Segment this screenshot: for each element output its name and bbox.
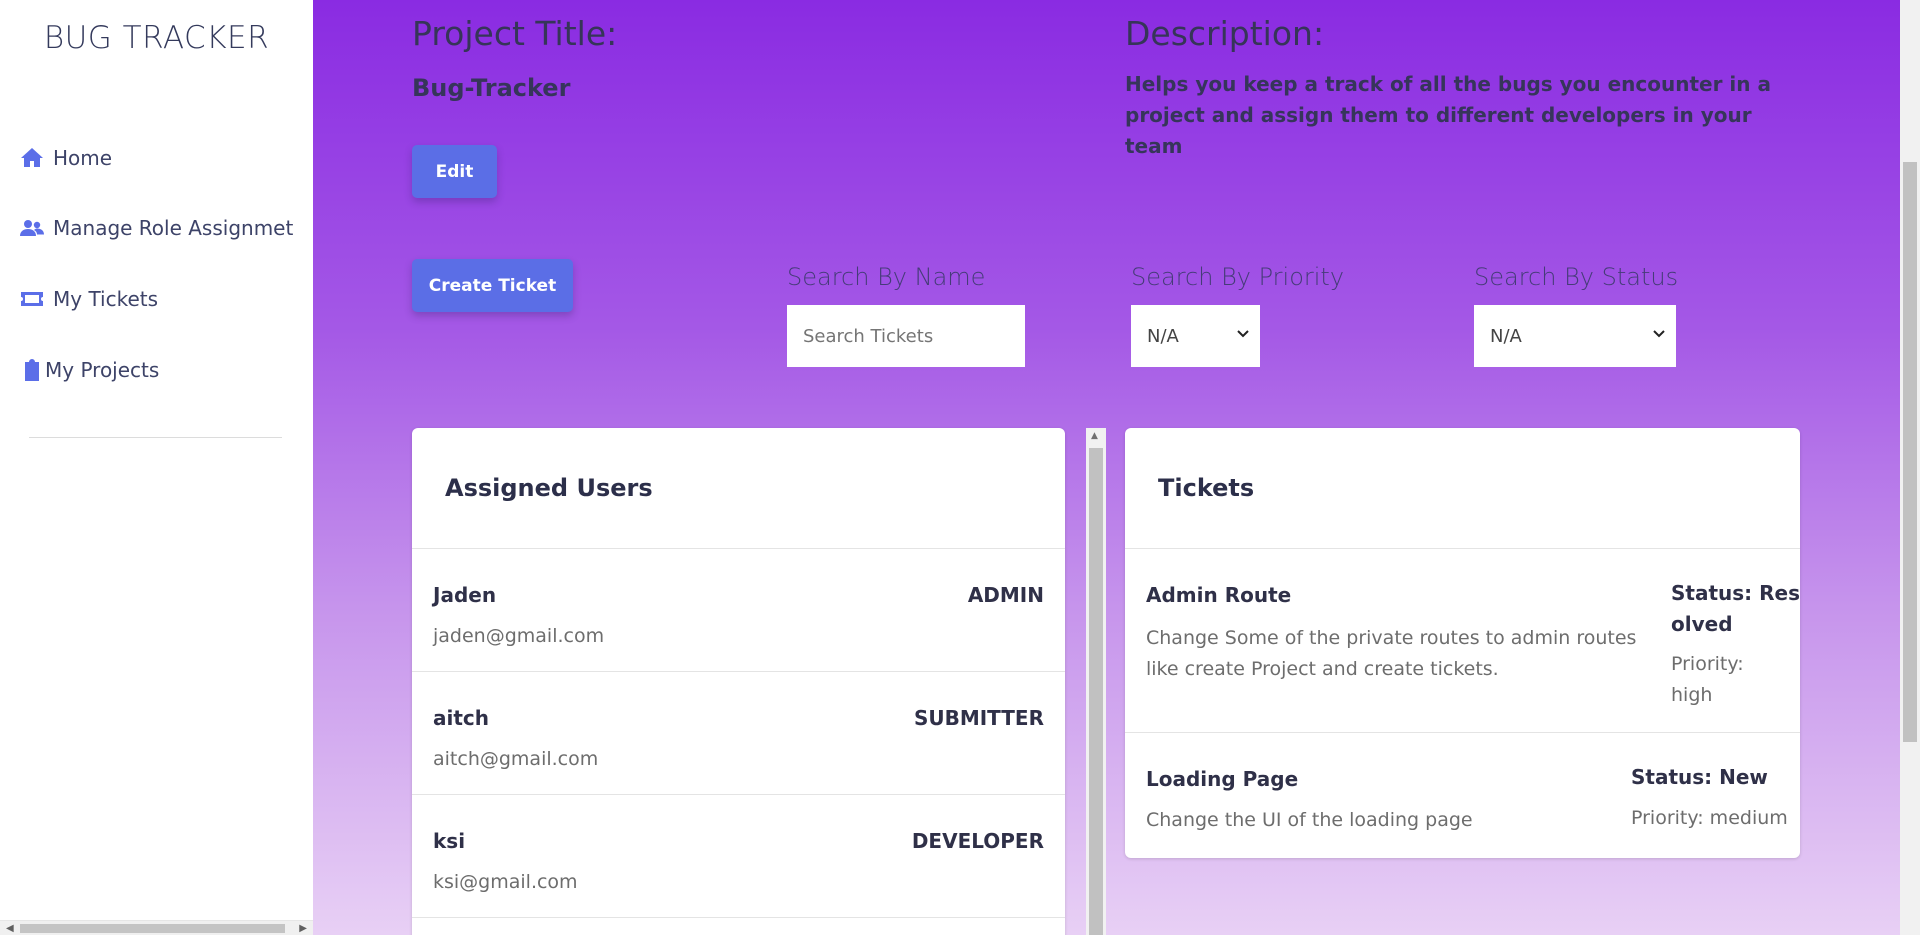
user-name: ksi [433,829,466,853]
status-select-value: N/A [1490,325,1522,347]
ticket-status: Status: Res [1671,581,1800,605]
brand-title: BUG TRACKER [43,20,270,56]
sidebar-item-my-projects[interactable]: My Projects [20,358,159,382]
user-email: jaden@gmail.com [433,625,605,647]
sidebar-item-label: Manage Role Assignmet [53,216,294,240]
user-role: SUBMITTER [913,706,1044,730]
clipboard-icon [20,358,39,382]
sidebar-item-my-tickets[interactable]: My Tickets [20,287,158,311]
status-select[interactable]: N/A [1474,305,1676,367]
sidebar-item-label: My Projects [45,358,160,382]
tickets-header: Tickets [1125,428,1800,549]
scrollbar-thumb[interactable] [1089,448,1103,935]
user-email: ksi@gmail.com [433,871,578,893]
scroll-right-icon[interactable]: ▶ [299,923,307,934]
ticket-priority: Priority: [1671,653,1744,675]
scrollbar-thumb[interactable] [1903,162,1917,742]
ticket-status: Status: New [1631,765,1768,789]
list-item[interactable]: Loading Page Change the UI of the loadin… [1125,733,1800,856]
list-item[interactable]: Admin Route Change Some of the private r… [1125,549,1800,733]
priority-select-value: N/A [1147,325,1179,347]
user-role: ADMIN [967,583,1044,607]
search-name-label: Search By Name [787,263,986,291]
create-ticket-button[interactable]: Create Ticket [412,259,573,312]
list-item: Jaden jaden@gmail.com ADMIN [412,549,1065,672]
user-email: aitch@gmail.com [433,748,599,770]
ticket-priority: Priority: medium [1631,807,1788,829]
edit-button[interactable]: Edit [412,145,497,198]
ticket-status: olved [1671,612,1733,636]
sidebar-item-manage-roles[interactable]: Manage Role Assignmet [20,216,293,240]
project-title-label: Project Title: [412,14,618,53]
sidebar-item-label: Home [53,146,113,170]
priority-select[interactable]: N/A [1131,305,1260,367]
chevron-down-icon [1237,330,1249,338]
assigned-users-header: Assigned Users [412,428,1065,549]
sidebar-divider [29,437,282,438]
list-item: ksi ksi@gmail.com DEVELOPER [412,795,1065,918]
ticket-icon [20,287,46,311]
ticket-description: Change the UI of the loading page [1146,809,1473,831]
search-input[interactable] [787,305,1025,367]
user-name: Jaden [433,583,497,607]
users-icon [20,216,46,240]
scroll-up-icon[interactable]: ▲ [1091,431,1098,441]
sidebar-item-label: My Tickets [53,287,159,311]
sidebar: BUG TRACKER Home Manage Role Assignmet M… [0,0,313,935]
assigned-users-card: Assigned Users Jaden jaden@gmail.com ADM… [412,428,1065,935]
sidebar-item-home[interactable]: Home [20,146,112,170]
ticket-title: Loading Page [1146,767,1299,791]
search-status-label: Search By Status [1474,263,1679,291]
user-role: DEVELOPER [911,829,1044,853]
home-icon [20,146,46,170]
scroll-left-icon[interactable]: ◀ [6,923,14,934]
search-priority-label: Search By Priority [1131,263,1345,291]
list-item: aitch aitch@gmail.com SUBMITTER [412,672,1065,795]
description-value: Helps you keep a track of all the bugs y… [1125,72,1771,158]
description-label: Description: [1125,14,1325,53]
horizontal-scrollbar[interactable]: ◀ ▶ [0,920,313,935]
ticket-title: Admin Route [1146,583,1292,607]
project-title-value: Bug-Tracker [412,74,571,102]
page-scrollbar[interactable] [1900,0,1920,935]
user-name: aitch [433,706,490,730]
chevron-down-icon [1653,330,1665,338]
tickets-card: Tickets Admin Route Change Some of the p… [1125,428,1800,858]
ticket-priority: high [1671,684,1713,706]
scrollbar-thumb[interactable] [20,924,285,933]
ticket-description: Change Some of the private routes to adm… [1146,627,1637,680]
users-list-scrollbar[interactable]: ▲ [1086,428,1106,935]
